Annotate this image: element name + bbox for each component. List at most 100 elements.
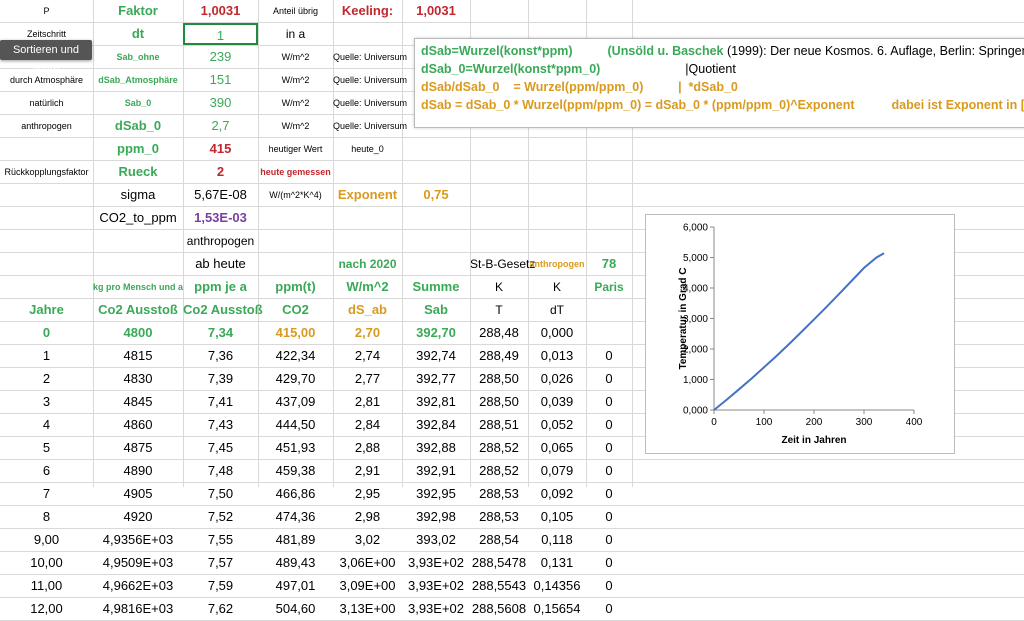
header-cell[interactable]: T	[470, 299, 528, 321]
cell-exponent-label[interactable]: Exponent	[333, 184, 402, 206]
cell-sb-gesetz[interactable]: St-B-Gesetz	[470, 253, 535, 275]
table-cell[interactable]: 2,95	[333, 483, 402, 505]
table-cell[interactable]: 489,43	[258, 552, 333, 574]
table-cell[interactable]: 4,9356E+03	[93, 529, 183, 551]
table-cell[interactable]: 288,5543	[470, 575, 528, 597]
table-cell[interactable]: 0	[586, 575, 632, 597]
cell-anthro-label[interactable]: anthropogen	[0, 115, 93, 137]
cell-sab-ohne-value[interactable]: 239	[183, 46, 258, 68]
table-cell[interactable]: 0	[586, 506, 632, 528]
table-cell[interactable]: 392,98	[402, 506, 470, 528]
table-cell[interactable]: 392,91	[402, 460, 470, 482]
cell-ppm0-value[interactable]: 415	[183, 138, 258, 160]
table-cell[interactable]: 3,09E+00	[333, 575, 402, 597]
table-cell[interactable]: 4860	[93, 414, 183, 436]
cell-nat-value[interactable]: 390	[183, 92, 258, 114]
cell-anthropogen-text[interactable]: anthropogen	[183, 230, 258, 252]
table-cell[interactable]: 4800	[93, 322, 183, 344]
table-cell[interactable]: 4920	[93, 506, 183, 528]
table-cell[interactable]: 4905	[93, 483, 183, 505]
formula-textbox[interactable]: dSab=Wurzel(konst*ppm) (Unsöld u. Basche…	[414, 38, 1024, 128]
cell-anteil-label[interactable]: Anteil übrig	[258, 0, 333, 22]
table-cell[interactable]: 7,59	[183, 575, 258, 597]
table-cell[interactable]: 6	[0, 460, 93, 482]
table-cell[interactable]: 4845	[93, 391, 183, 413]
table-cell[interactable]: 0,052	[528, 414, 586, 436]
cell-sab-ohne-label[interactable]: Sab_ohne	[93, 46, 183, 68]
table-cell[interactable]: 392,77	[402, 368, 470, 390]
table-cell[interactable]: 288,51	[470, 414, 528, 436]
table-cell[interactable]: 0	[586, 529, 632, 551]
table-cell[interactable]: 7,39	[183, 368, 258, 390]
table-cell[interactable]: 0	[586, 437, 632, 459]
table-cell[interactable]: 7,57	[183, 552, 258, 574]
table-cell[interactable]: 422,34	[258, 345, 333, 367]
cell-co2ppm-value[interactable]: 1,53E-03	[183, 207, 258, 229]
table-cell[interactable]: 392,95	[402, 483, 470, 505]
subheader-cell[interactable]: ppm je a	[183, 276, 258, 298]
cell-anthro-source[interactable]: Quelle: Universum	[333, 115, 407, 137]
table-cell[interactable]: 0	[586, 345, 632, 367]
table-cell[interactable]: 392,84	[402, 414, 470, 436]
table-cell[interactable]: 4875	[93, 437, 183, 459]
table-cell[interactable]: 392,74	[402, 345, 470, 367]
table-cell[interactable]: 0	[586, 552, 632, 574]
table-cell[interactable]: 4,9509E+03	[93, 552, 183, 574]
table-cell[interactable]: 481,89	[258, 529, 333, 551]
header-cell[interactable]: Co2 Ausstoß	[93, 299, 183, 321]
cell-sab-ohne-unit[interactable]: W/m^2	[258, 46, 333, 68]
table-cell[interactable]: 4,9816E+03	[93, 598, 183, 620]
cell-nat-symbol[interactable]: Sab_0	[93, 92, 183, 114]
table-cell[interactable]: 7,36	[183, 345, 258, 367]
table-cell[interactable]: 0	[586, 460, 632, 482]
header-cell[interactable]: dS_ab	[333, 299, 402, 321]
table-cell[interactable]: 4815	[93, 345, 183, 367]
table-cell[interactable]: 3,93E+02	[402, 598, 470, 620]
table-cell[interactable]: 288,53	[470, 506, 528, 528]
cell-rueck-symbol[interactable]: Rueck	[93, 161, 183, 183]
table-cell[interactable]: 3,02	[333, 529, 402, 551]
table-cell[interactable]: 3,06E+00	[333, 552, 402, 574]
table-cell[interactable]: 11,00	[0, 575, 93, 597]
table-cell[interactable]: 0,15654	[528, 598, 586, 620]
cell-sigma-unit[interactable]: W/(m^2*K^4)	[258, 184, 333, 206]
table-cell[interactable]: 429,70	[258, 368, 333, 390]
table-cell[interactable]: 0	[586, 368, 632, 390]
table-cell[interactable]: 474,36	[258, 506, 333, 528]
cell-anthropogen2[interactable]: anthropogen	[528, 253, 586, 275]
table-cell[interactable]: 288,52	[470, 437, 528, 459]
cell-rueck-value[interactable]: 2	[183, 161, 258, 183]
cell-sab-ohne-source[interactable]: Quelle: Universum	[333, 46, 407, 68]
table-cell[interactable]: 8	[0, 506, 93, 528]
cell-faktor-value[interactable]: 1,0031	[183, 0, 258, 22]
cell-ab-heute[interactable]: ab heute	[183, 253, 258, 275]
cell-exponent-value[interactable]: 0,75	[402, 184, 470, 206]
table-cell[interactable]: 1	[0, 345, 93, 367]
table-cell[interactable]: 4,9662E+03	[93, 575, 183, 597]
cell-nat-source[interactable]: Quelle: Universum	[333, 92, 407, 114]
table-cell[interactable]: 2,84	[333, 414, 402, 436]
table-cell[interactable]: 288,49	[470, 345, 528, 367]
table-cell[interactable]: 7,45	[183, 437, 258, 459]
table-cell[interactable]: 288,50	[470, 368, 528, 390]
table-cell[interactable]: 0,079	[528, 460, 586, 482]
cell-p-label[interactable]: P	[0, 0, 93, 22]
cell-atm-symbol[interactable]: dSab_Atmosphäre	[93, 69, 183, 91]
temperature-chart[interactable]: 0,000 1,000 2,000 3,000 4,000 5,000 6,000 0 100 2…	[645, 214, 955, 454]
table-cell[interactable]: 288,50	[470, 391, 528, 413]
table-cell[interactable]: 7,55	[183, 529, 258, 551]
cell-anthro-unit[interactable]: W/m^2	[258, 115, 333, 137]
table-cell[interactable]: 0,039	[528, 391, 586, 413]
cell-faktor-label[interactable]: Faktor	[93, 0, 183, 22]
table-cell[interactable]: 12,00	[0, 598, 93, 620]
table-cell[interactable]: 7,41	[183, 391, 258, 413]
table-cell[interactable]: 0	[586, 391, 632, 413]
header-cell[interactable]: Co2 Ausstoß	[183, 299, 263, 321]
table-cell[interactable]: 7,43	[183, 414, 258, 436]
table-cell[interactable]: 392,81	[402, 391, 470, 413]
table-cell[interactable]: 392,88	[402, 437, 470, 459]
header-cell[interactable]: dT	[528, 299, 586, 321]
table-cell[interactable]: 288,54	[470, 529, 528, 551]
cell-atm-unit[interactable]: W/m^2	[258, 69, 333, 91]
table-cell[interactable]: 4830	[93, 368, 183, 390]
